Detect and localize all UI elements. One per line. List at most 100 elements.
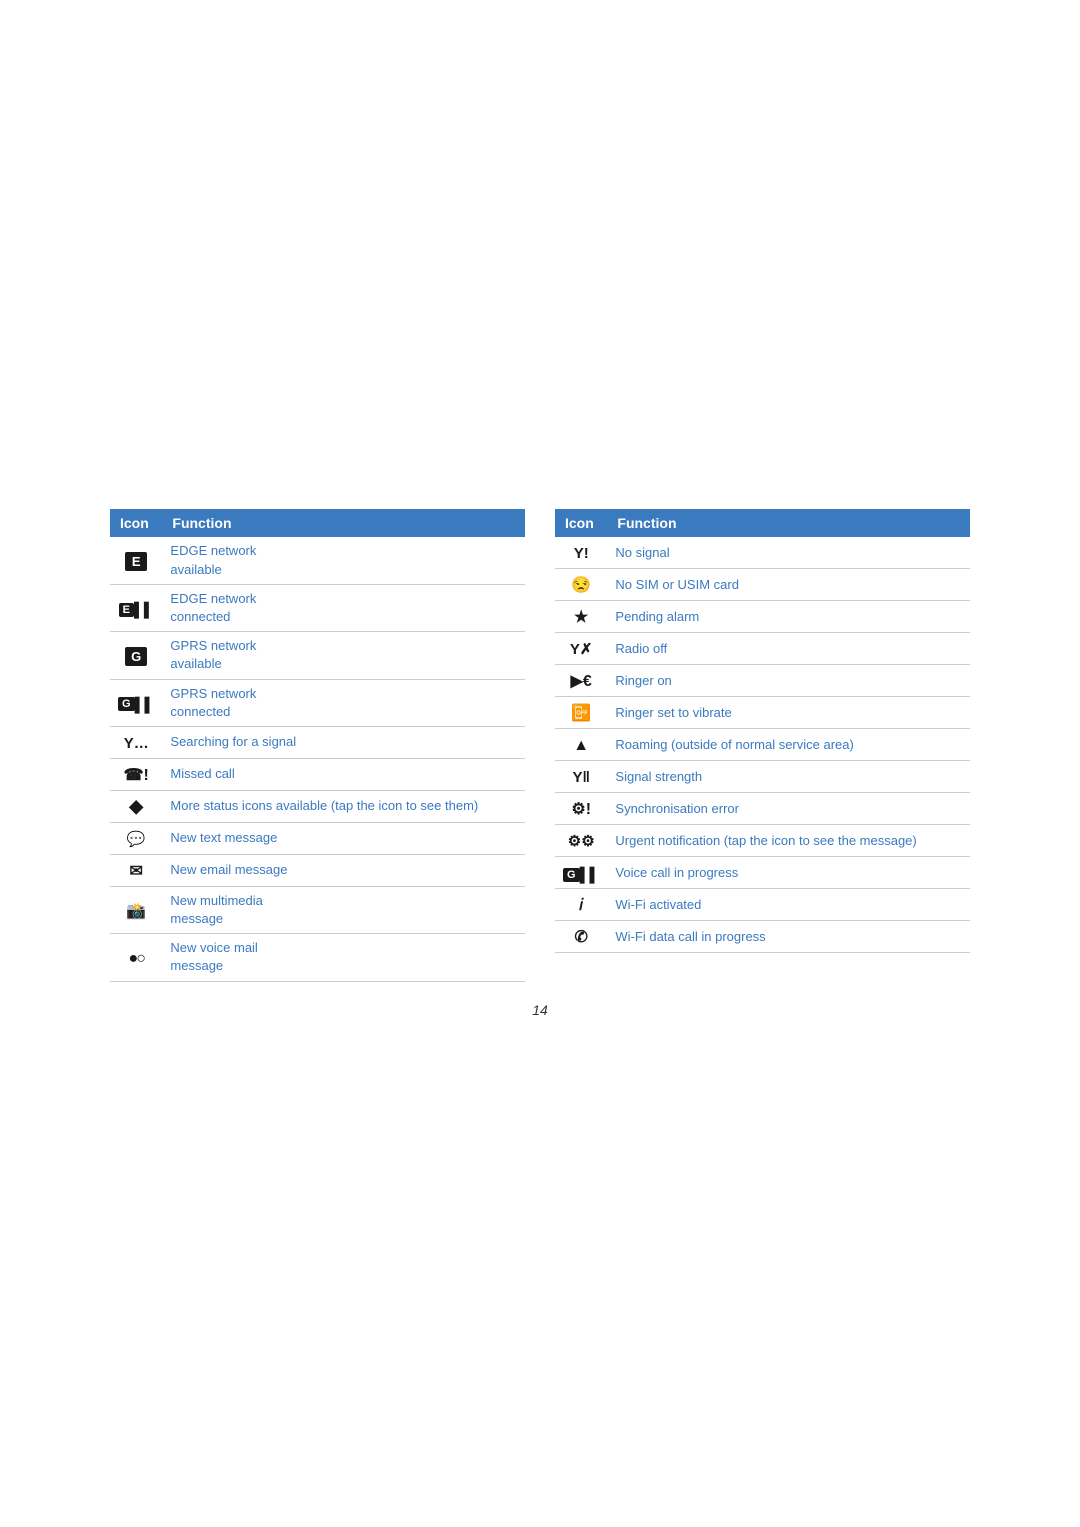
icon-cell: ◆ — [110, 790, 162, 822]
function-cell: More status icons available (tap the ico… — [162, 790, 525, 822]
table-row: 𝑖 Wi-Fi activated — [555, 889, 970, 921]
icon-cell: 😒 — [555, 569, 607, 601]
function-cell: New multimediamessage — [162, 886, 525, 933]
table-row: 💬 New text message — [110, 822, 525, 854]
missed-call-icon: ☎! — [124, 767, 149, 784]
icon-cell: 📴 — [555, 697, 607, 729]
table-row: Y… Searching for a signal — [110, 726, 525, 758]
new-voicemail-icon: ●○ — [129, 950, 144, 967]
left-table-function-header: Function — [162, 509, 525, 537]
function-cell: Roaming (outside of normal service area) — [607, 729, 970, 761]
function-cell: New voice mailmessage — [162, 934, 525, 981]
function-cell: No SIM or USIM card — [607, 569, 970, 601]
tables-wrapper: Icon Function E EDGE networkavailable E▌ — [110, 509, 970, 981]
function-cell: GPRS networkavailable — [162, 632, 525, 679]
table-row: ▶€ Ringer on — [555, 665, 970, 697]
table-row: ✉ New email message — [110, 854, 525, 886]
function-cell: New email message — [162, 854, 525, 886]
function-cell: Ringer on — [607, 665, 970, 697]
pending-alarm-icon: ★ — [574, 609, 588, 626]
icon-cell: ▶€ — [555, 665, 607, 697]
table-row: ⚙! Synchronisation error — [555, 793, 970, 825]
function-cell: Ringer set to vibrate — [607, 697, 970, 729]
function-cell: Searching for a signal — [162, 726, 525, 758]
icon-cell: ✆ — [555, 921, 607, 953]
function-cell: EDGE networkconnected — [162, 584, 525, 631]
wifi-call-icon: ✆ — [575, 929, 588, 946]
more-status-icon: ◆ — [129, 796, 143, 816]
no-sim-icon: 😒 — [571, 577, 591, 594]
function-cell: No signal — [607, 537, 970, 569]
function-cell: Pending alarm — [607, 601, 970, 633]
icon-cell: ✉ — [110, 854, 162, 886]
table-row: ◆ More status icons available (tap the i… — [110, 790, 525, 822]
icon-cell: ⚙⚙ — [555, 825, 607, 857]
icon-cell: ☎! — [110, 758, 162, 790]
icon-cell: 𝑖 — [555, 889, 607, 921]
table-row: ★ Pending alarm — [555, 601, 970, 633]
icon-cell: G▌▌ — [110, 679, 162, 726]
right-table-function-header: Function — [607, 509, 970, 537]
table-row: Y✗ Radio off — [555, 633, 970, 665]
function-cell: Urgent notification (tap the icon to see… — [607, 825, 970, 857]
left-table: Icon Function E EDGE networkavailable E▌ — [110, 509, 525, 981]
icon-cell: 📸 — [110, 886, 162, 933]
icon-cell: ⚙! — [555, 793, 607, 825]
table-row: 📸 New multimediamessage — [110, 886, 525, 933]
sync-error-icon: ⚙! — [571, 801, 591, 818]
urgent-notification-icon: ⚙⚙ — [568, 833, 595, 850]
function-cell: Missed call — [162, 758, 525, 790]
icon-cell: ●○ — [110, 934, 162, 981]
gprs-available-icon: G — [125, 647, 147, 666]
table-row: E▌▌ EDGE networkconnected — [110, 584, 525, 631]
icon-cell: 💬 — [110, 822, 162, 854]
ringer-on-icon: ▶€ — [571, 673, 592, 690]
table-row: ☎! Missed call — [110, 758, 525, 790]
table-row: ▲ Roaming (outside of normal service are… — [555, 729, 970, 761]
new-mms-icon: 📸 — [126, 903, 146, 920]
icon-cell: Y… — [110, 726, 162, 758]
no-signal-icon: Y! — [574, 545, 589, 562]
icon-cell: E — [110, 537, 162, 584]
signal-strength-icon: Y‖ — [572, 769, 589, 786]
function-cell: Radio off — [607, 633, 970, 665]
table-row: Y! No signal — [555, 537, 970, 569]
wifi-activated-icon: 𝑖 — [579, 897, 583, 914]
new-text-message-icon: 💬 — [127, 831, 146, 848]
right-table-icon-header: Icon — [555, 509, 607, 537]
table-row: 😒 No SIM or USIM card — [555, 569, 970, 601]
function-cell: GPRS networkconnected — [162, 679, 525, 726]
right-table: Icon Function Y! No signal 😒 No S — [555, 509, 970, 953]
function-cell: EDGE networkavailable — [162, 537, 525, 584]
icon-cell: ★ — [555, 601, 607, 633]
table-row: ⚙⚙ Urgent notification (tap the icon to … — [555, 825, 970, 857]
table-row: G▌▌ Voice call in progress — [555, 857, 970, 889]
ringer-vibrate-icon: 📴 — [571, 705, 591, 722]
function-cell: Wi-Fi activated — [607, 889, 970, 921]
table-row: G▌▌ GPRS networkconnected — [110, 679, 525, 726]
table-row: Y‖ Signal strength — [555, 761, 970, 793]
new-email-icon: ✉ — [130, 863, 143, 880]
gprs-connected-icon: G▌▌ — [118, 695, 154, 712]
function-cell: Voice call in progress — [607, 857, 970, 889]
icon-cell: G▌▌ — [555, 857, 607, 889]
function-cell: New text message — [162, 822, 525, 854]
table-row: ✆ Wi-Fi data call in progress — [555, 921, 970, 953]
icon-cell: E▌▌ — [110, 584, 162, 631]
radio-off-icon: Y✗ — [570, 641, 593, 658]
page-container: Icon Function E EDGE networkavailable E▌ — [110, 469, 970, 1057]
left-table-icon-header: Icon — [110, 509, 162, 537]
table-row: E EDGE networkavailable — [110, 537, 525, 584]
table-row: 📴 Ringer set to vibrate — [555, 697, 970, 729]
function-cell: Wi-Fi data call in progress — [607, 921, 970, 953]
icon-cell: G — [110, 632, 162, 679]
page-number: 14 — [110, 1002, 970, 1018]
icon-cell: Y! — [555, 537, 607, 569]
roaming-icon: ▲ — [573, 737, 589, 754]
icon-cell: Y✗ — [555, 633, 607, 665]
icon-cell: Y‖ — [555, 761, 607, 793]
function-cell: Synchronisation error — [607, 793, 970, 825]
edge-network-available-icon: E — [125, 552, 147, 571]
searching-signal-icon: Y… — [124, 735, 149, 752]
edge-connected-icon: E▌▌ — [119, 600, 154, 617]
